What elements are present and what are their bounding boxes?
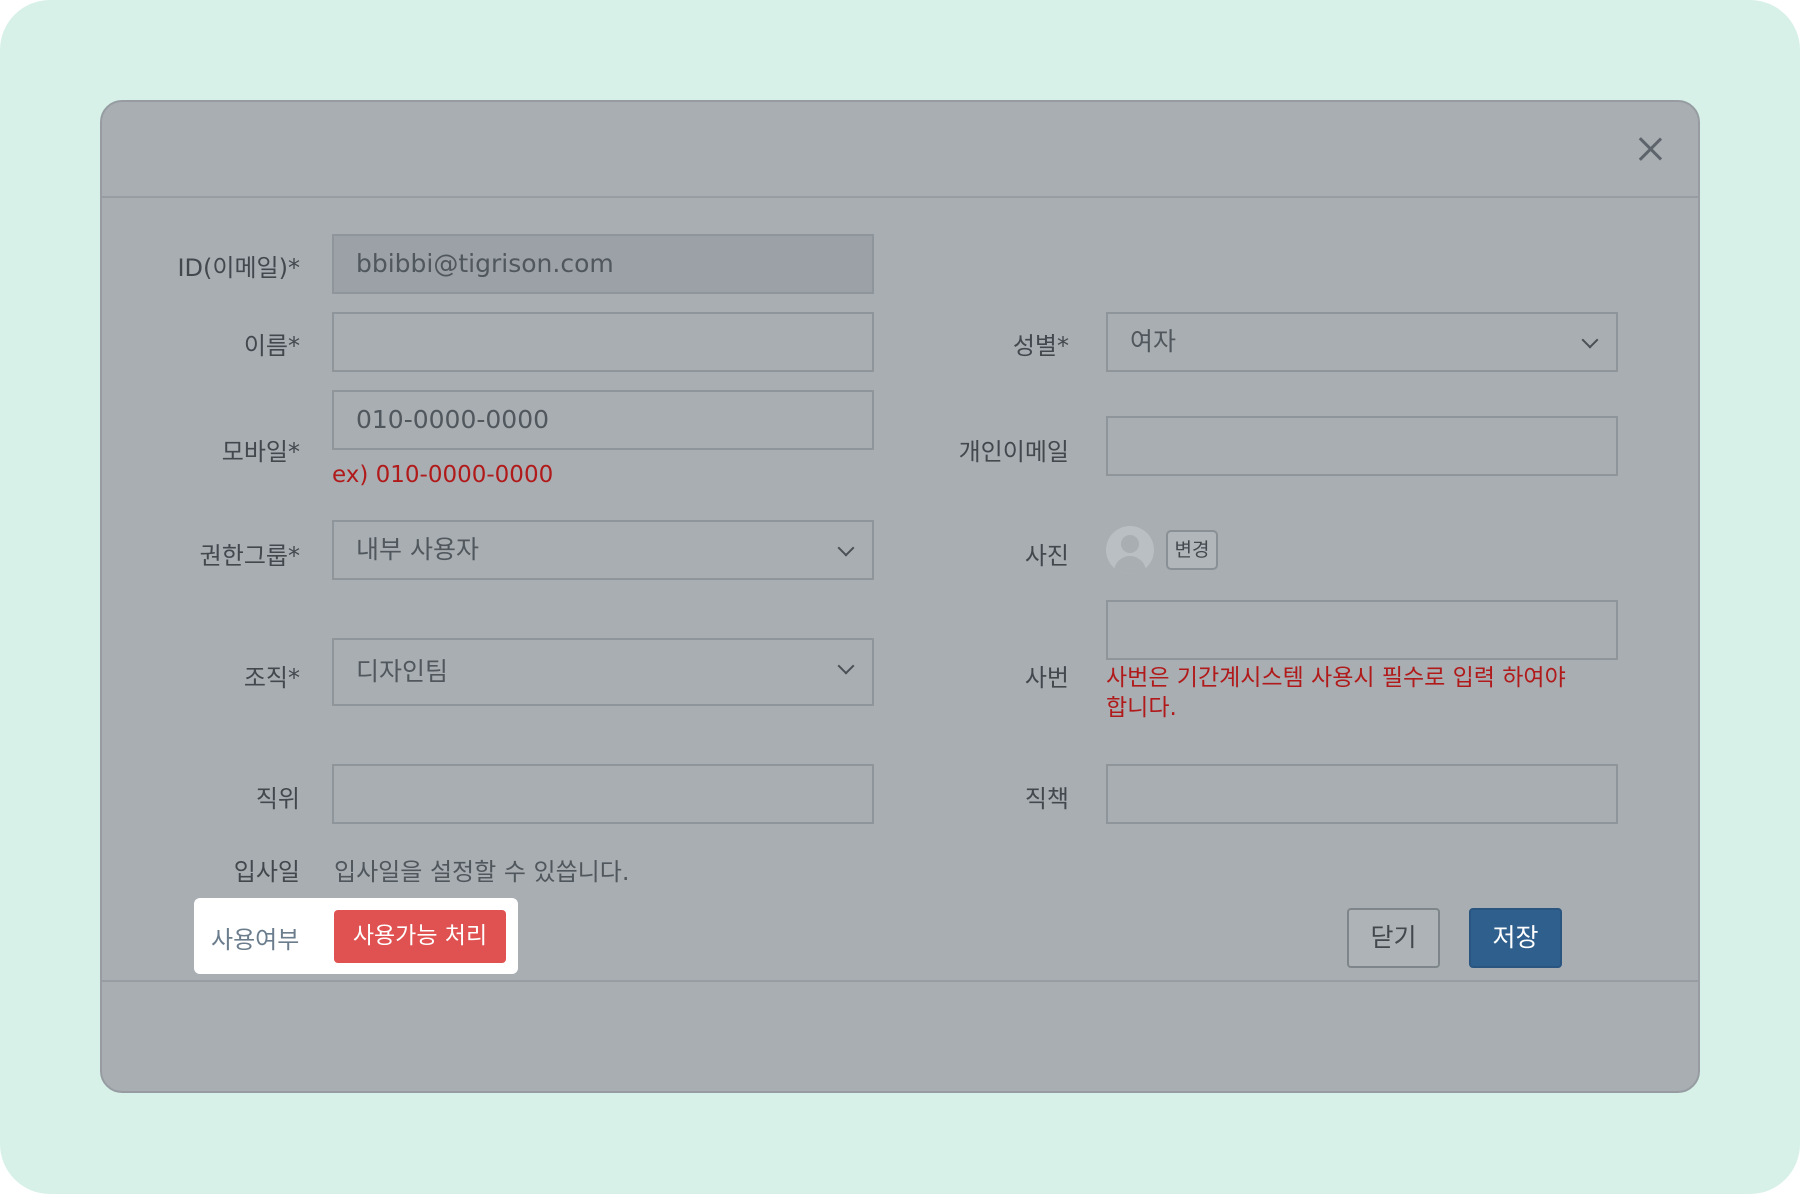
employee-no-label: 사번 xyxy=(1024,664,1069,692)
page-background: ID(이메일)* bbibbi@tigrison.com 이름* 성별* 여자 … xyxy=(0,0,1800,1194)
position-input[interactable] xyxy=(332,764,874,824)
duty-label: 직책 xyxy=(1024,785,1069,813)
name-input[interactable] xyxy=(332,312,874,372)
personal-email-label: 개인이메일 xyxy=(958,438,1069,466)
modal-header xyxy=(102,102,1698,198)
organization-select[interactable]: 디자인팀 xyxy=(332,638,874,706)
footer-divider xyxy=(102,980,1698,982)
id-email-field: bbibbi@tigrison.com xyxy=(332,234,874,294)
organization-label: 조직* xyxy=(243,664,300,692)
hire-date-text[interactable]: 입사일을 설정할 수 있씁니다. xyxy=(334,852,629,887)
position-label: 직위 xyxy=(255,785,300,813)
auth-group-select[interactable]: 내부 사용자 xyxy=(332,520,874,580)
mobile-hint: ex) 010-0000-0000 xyxy=(332,462,554,488)
close-icon[interactable] xyxy=(1634,132,1668,166)
user-avatar-icon xyxy=(1106,526,1154,574)
close-button[interactable]: 닫기 xyxy=(1347,908,1440,968)
gender-select-value: 여자 xyxy=(1130,327,1177,356)
gender-select[interactable]: 여자 xyxy=(1106,312,1618,372)
employee-no-input[interactable] xyxy=(1106,600,1618,660)
enable-usage-button[interactable]: 사용가능 처리 xyxy=(334,910,506,963)
gender-label: 성별* xyxy=(1012,332,1069,360)
auth-group-select-value: 내부 사용자 xyxy=(356,535,479,564)
organization-select-value: 디자인팀 xyxy=(356,657,449,686)
photo-label: 사진 xyxy=(1024,542,1069,570)
employee-no-hint: 사번은 기간계시스템 사용시 필수로 입력 하여야 합니다. xyxy=(1106,665,1566,721)
personal-email-input[interactable] xyxy=(1106,416,1618,476)
mobile-label: 모바일* xyxy=(221,438,300,466)
mobile-input[interactable]: 010-0000-0000 xyxy=(332,390,874,450)
name-label: 이름* xyxy=(243,332,300,360)
hire-date-label: 입사일 xyxy=(233,858,300,886)
duty-input[interactable] xyxy=(1106,764,1618,824)
save-button[interactable]: 저장 xyxy=(1469,908,1562,968)
auth-group-label: 권한그룹* xyxy=(199,542,300,570)
usage-label: 사용여부 xyxy=(211,926,300,954)
id-email-label: ID(이메일)* xyxy=(177,254,300,282)
photo-change-button[interactable]: 변경 xyxy=(1166,530,1218,570)
